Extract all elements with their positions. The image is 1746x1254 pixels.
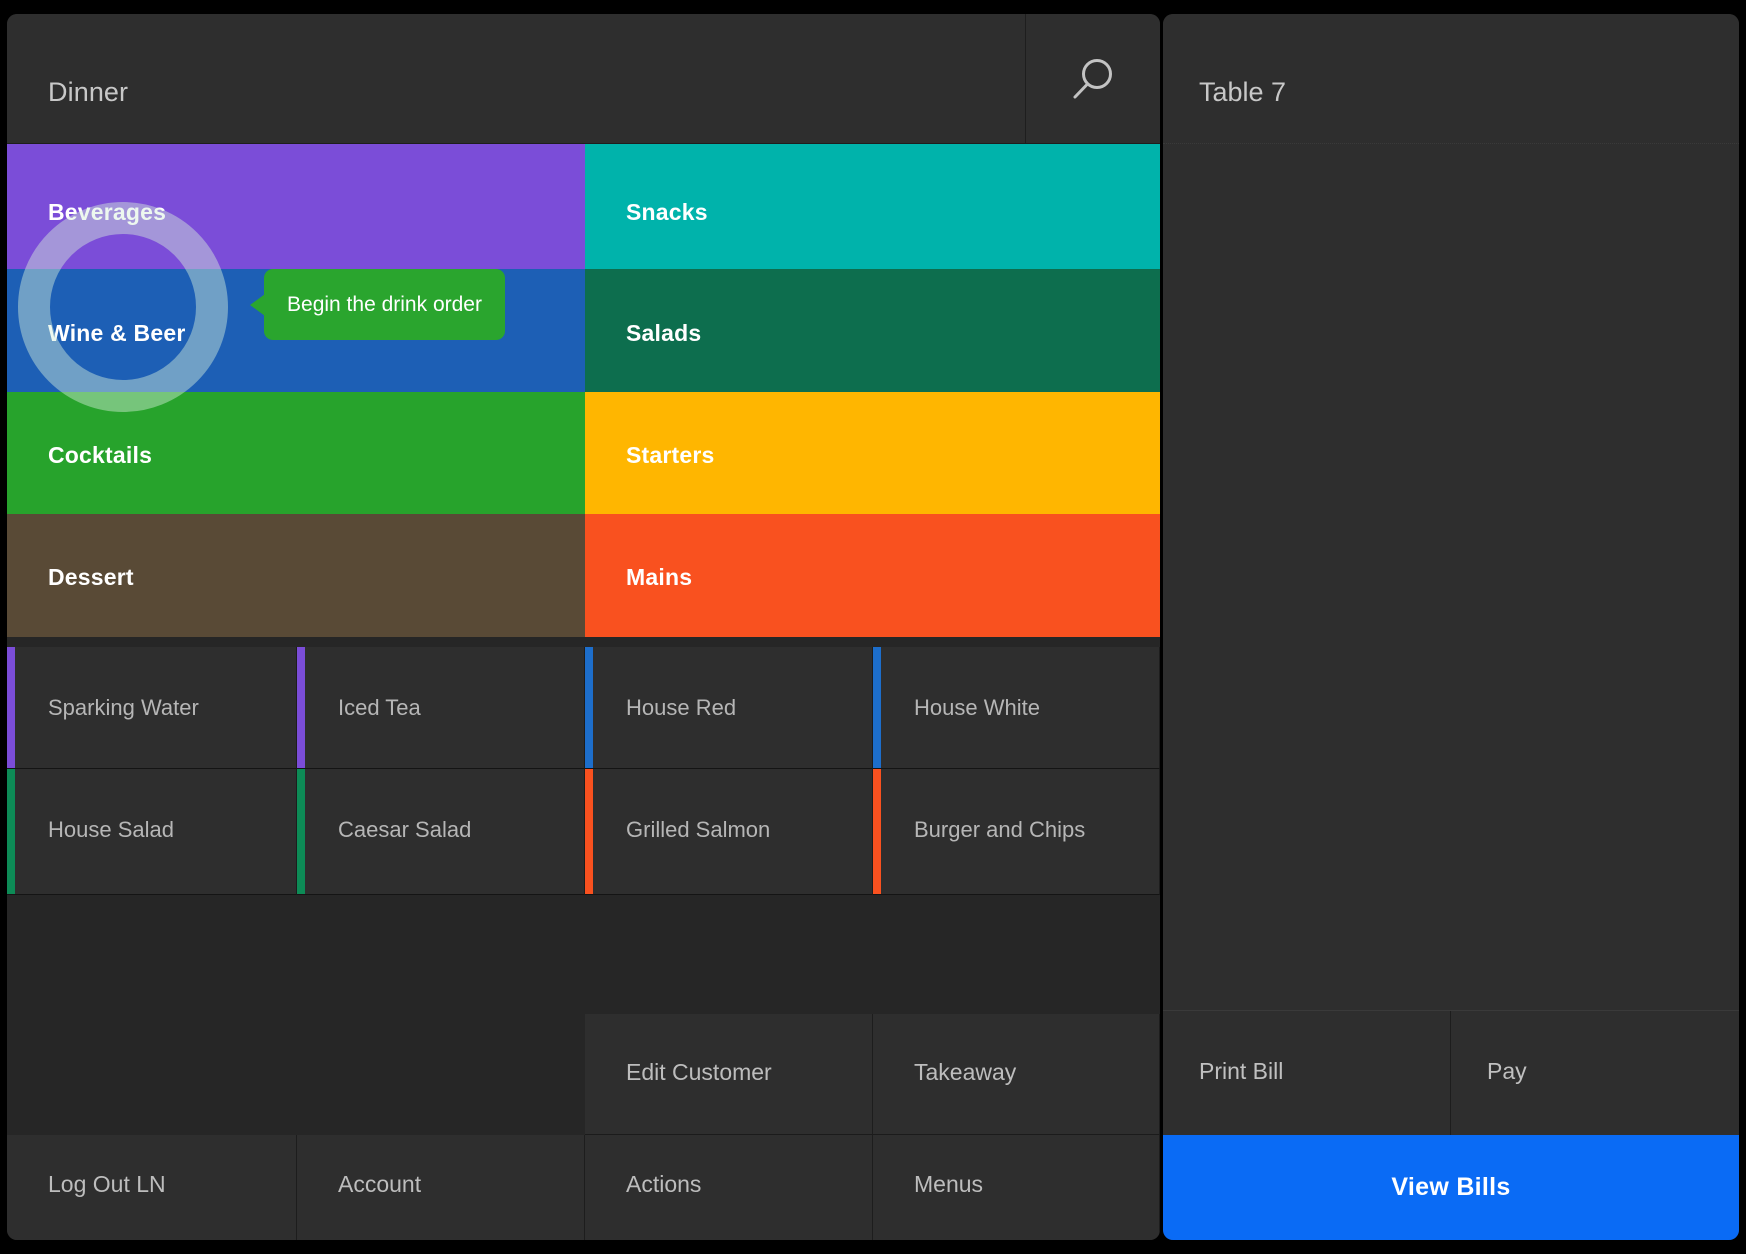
category-tile-beverages[interactable]: Beverages bbox=[7, 144, 585, 269]
bottom-nav-bar: Log Out LN Account Actions Menus bbox=[7, 1135, 1160, 1240]
product-tile[interactable]: Iced Tea bbox=[297, 647, 585, 769]
button-label: Pay bbox=[1487, 1058, 1527, 1085]
account-button[interactable]: Account bbox=[297, 1135, 585, 1240]
table-title: Table 7 bbox=[1199, 77, 1286, 108]
product-label: Grilled Salmon bbox=[626, 813, 854, 846]
pay-button[interactable]: Pay bbox=[1451, 1011, 1739, 1135]
pos-app-window: Dinner Beverages Snacks Wine & Beer bbox=[0, 0, 1746, 1254]
category-label: Mains bbox=[626, 564, 692, 591]
product-label: Sparking Water bbox=[48, 691, 278, 724]
product-color-stripe bbox=[585, 769, 593, 894]
category-label: Starters bbox=[626, 442, 715, 469]
takeaway-button[interactable]: Takeaway bbox=[873, 1014, 1160, 1135]
view-bills-button[interactable]: View Bills bbox=[1163, 1135, 1739, 1240]
log-out-button[interactable]: Log Out LN bbox=[7, 1135, 297, 1240]
secondary-action-row: Edit Customer Takeaway bbox=[7, 1014, 1160, 1135]
product-color-stripe bbox=[297, 647, 305, 768]
category-tile-mains[interactable]: Mains bbox=[585, 514, 1160, 637]
product-label: Caesar Salad bbox=[338, 813, 566, 846]
button-label: Account bbox=[338, 1171, 421, 1198]
button-label: Menus bbox=[914, 1171, 983, 1198]
category-grid: Beverages Snacks Wine & Beer Salads Cock… bbox=[7, 144, 1160, 647]
product-label: House Red bbox=[626, 691, 854, 724]
order-entry-panel: Dinner Beverages Snacks Wine & Beer bbox=[7, 14, 1160, 1240]
category-label: Cocktails bbox=[48, 442, 152, 469]
product-color-stripe bbox=[873, 769, 881, 894]
product-label: Burger and Chips bbox=[914, 813, 1141, 846]
button-label: Print Bill bbox=[1199, 1058, 1283, 1085]
product-tile[interactable]: House White bbox=[873, 647, 1160, 769]
category-tile-cocktails[interactable]: Cocktails bbox=[7, 392, 585, 514]
product-tile[interactable]: Burger and Chips bbox=[873, 769, 1160, 895]
category-label: Salads bbox=[626, 320, 701, 347]
button-label: Takeaway bbox=[914, 1059, 1016, 1086]
page-title: Dinner bbox=[48, 77, 128, 108]
product-tile[interactable]: House Salad bbox=[7, 769, 297, 895]
print-bill-button[interactable]: Print Bill bbox=[1163, 1011, 1451, 1135]
product-tile[interactable]: Sparking Water bbox=[7, 647, 297, 769]
menu-header: Dinner bbox=[7, 14, 1160, 144]
button-label: Log Out LN bbox=[48, 1171, 166, 1198]
search-button[interactable] bbox=[1025, 14, 1160, 143]
category-tile-starters[interactable]: Starters bbox=[585, 392, 1160, 514]
category-tile-snacks[interactable]: Snacks bbox=[585, 144, 1160, 269]
product-color-stripe bbox=[873, 647, 881, 768]
category-tile-dessert[interactable]: Dessert bbox=[7, 514, 585, 637]
actions-button[interactable]: Actions bbox=[585, 1135, 873, 1240]
edit-customer-button[interactable]: Edit Customer bbox=[585, 1014, 873, 1135]
category-label: Dessert bbox=[48, 564, 134, 591]
product-color-stripe bbox=[585, 647, 593, 768]
category-label: Wine & Beer bbox=[48, 320, 185, 347]
category-tile-wine-and-beer[interactable]: Wine & Beer bbox=[7, 269, 585, 392]
product-tile[interactable]: Caesar Salad bbox=[297, 769, 585, 895]
button-label: View Bills bbox=[1391, 1173, 1510, 1202]
product-tile[interactable]: House Red bbox=[585, 647, 873, 769]
bill-items-area[interactable] bbox=[1163, 144, 1739, 1010]
product-color-stripe bbox=[7, 769, 15, 894]
product-tile[interactable]: Grilled Salmon bbox=[585, 769, 873, 895]
bill-panel: Table 7 Print Bill Pay View Bills bbox=[1163, 14, 1739, 1240]
category-label: Snacks bbox=[626, 199, 708, 226]
product-grid: Sparking Water Iced Tea House Red House … bbox=[7, 647, 1160, 895]
product-label: House White bbox=[914, 691, 1141, 724]
category-tile-salads[interactable]: Salads bbox=[585, 269, 1160, 392]
table-header: Table 7 bbox=[1163, 14, 1739, 144]
button-label: Actions bbox=[626, 1171, 701, 1198]
product-color-stripe bbox=[7, 647, 15, 768]
product-label: House Salad bbox=[48, 813, 278, 846]
bill-action-row: Print Bill Pay bbox=[1163, 1011, 1739, 1135]
product-label: Iced Tea bbox=[338, 691, 566, 724]
button-label: Edit Customer bbox=[626, 1059, 772, 1086]
menus-button[interactable]: Menus bbox=[873, 1135, 1160, 1240]
product-color-stripe bbox=[297, 769, 305, 894]
category-label: Beverages bbox=[48, 199, 166, 226]
